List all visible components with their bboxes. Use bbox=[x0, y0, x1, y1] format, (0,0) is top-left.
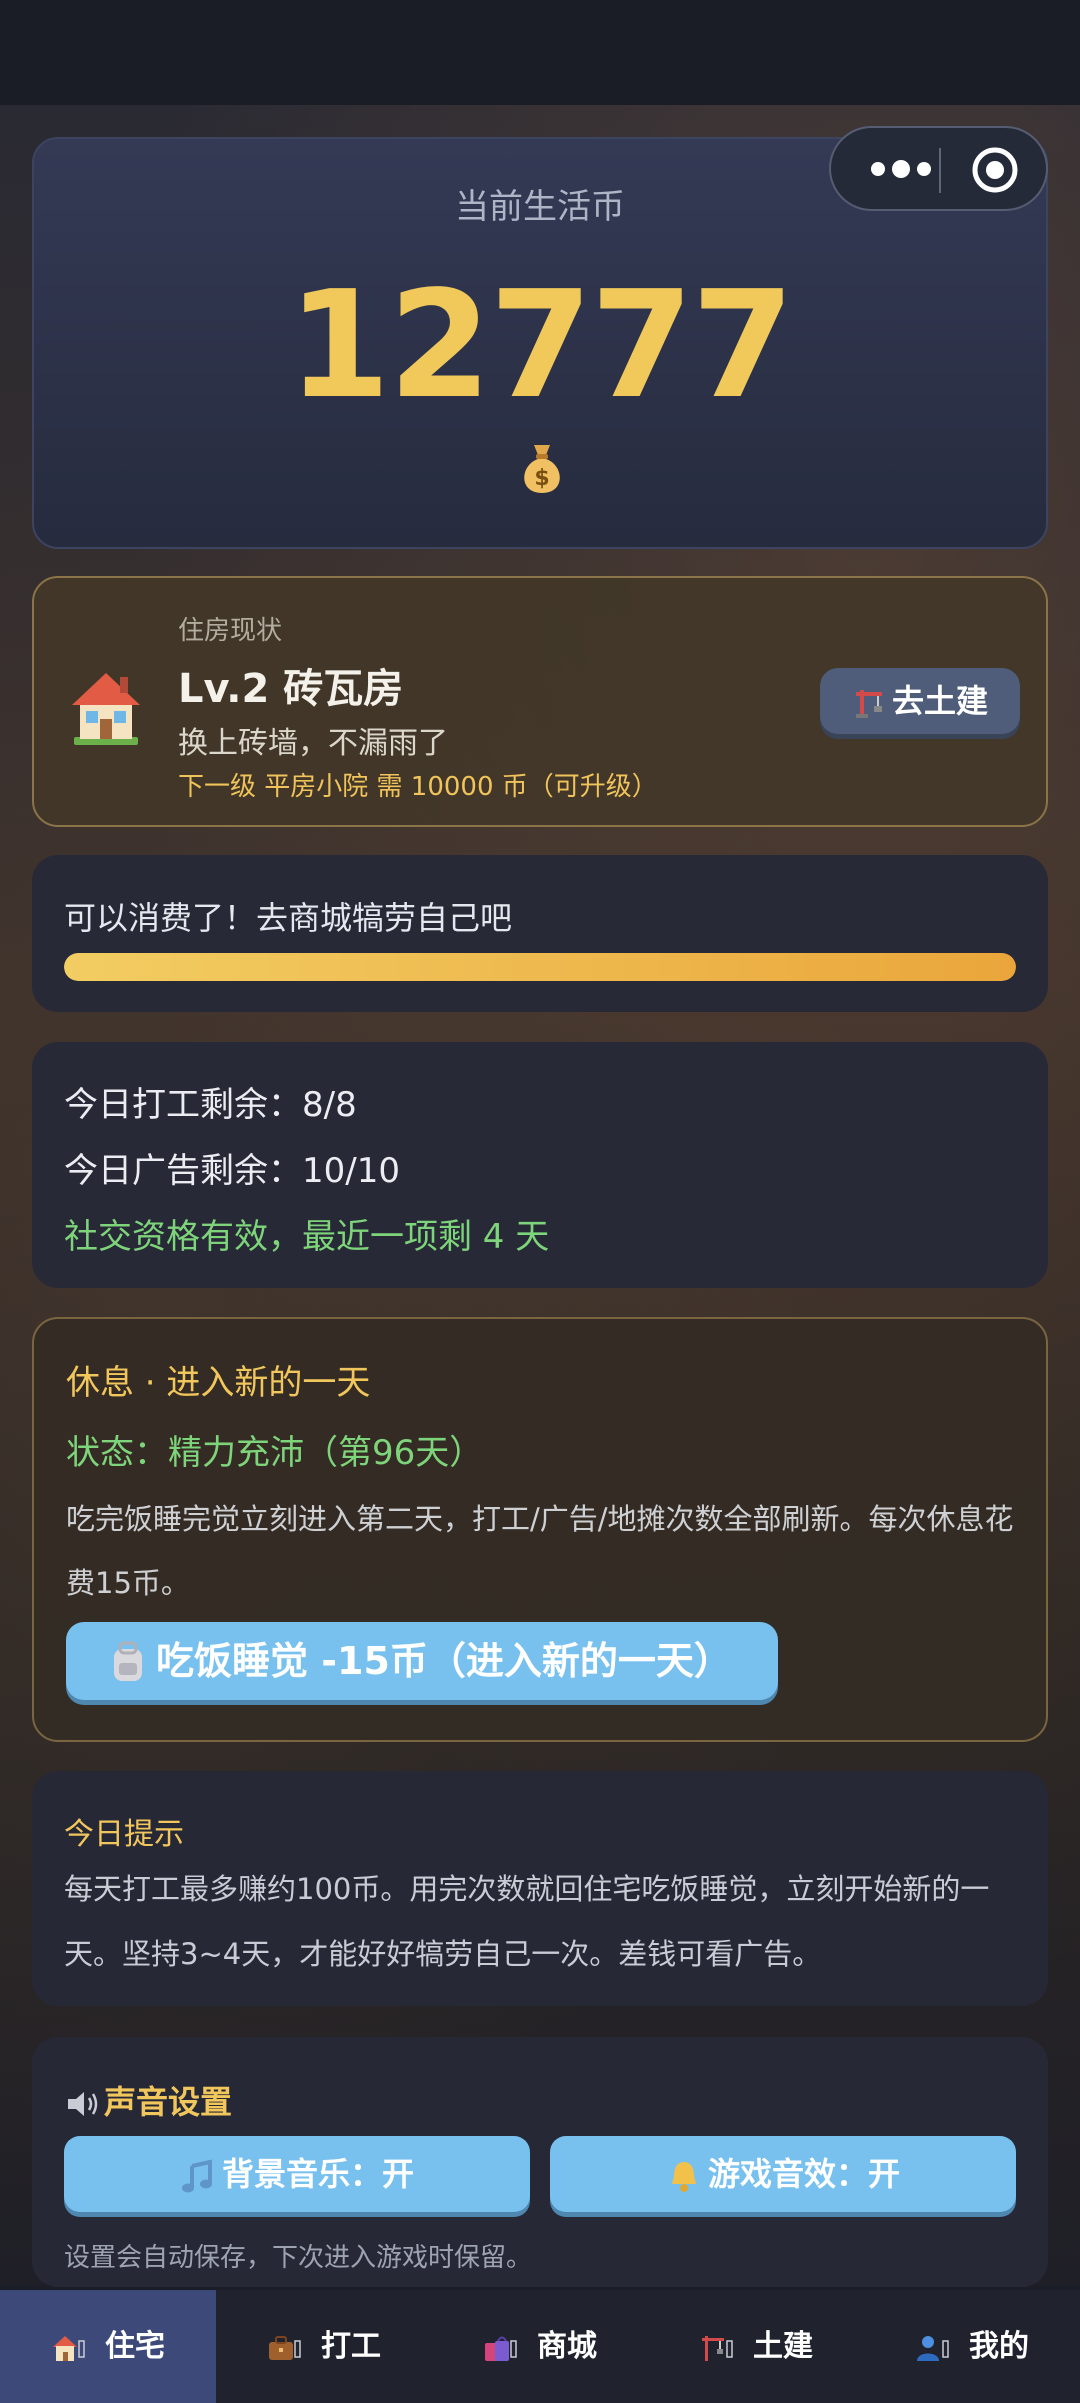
tab-build[interactable]: 土建 bbox=[648, 2290, 864, 2403]
go-build-button[interactable]: 去土建 bbox=[820, 668, 1020, 734]
tip-text: 每天打工最多赚约100币。用完次数就回住宅吃饭睡觉，立刻开始新的一天。坚持3~4… bbox=[64, 1872, 990, 1971]
sound-settings-note: 设置会自动保存，下次进入游戏时保留。 bbox=[64, 2243, 533, 2273]
ads-remaining: 今日广告剩余：10/10 bbox=[64, 1151, 400, 1191]
sfx-toggle-label: 游戏音效：开 bbox=[707, 2155, 900, 2193]
svg-text:$: $ bbox=[534, 466, 549, 491]
sound-settings-label: 声音设置 bbox=[104, 2083, 233, 2121]
daily-tip-card: 今日提示 每天打工最多赚约100币。用完次数就回住宅吃饭睡觉，立刻开始新的一天。… bbox=[32, 1771, 1048, 2006]
eat-sleep-label: 吃饭睡觉 -15币（进入新的一天） bbox=[156, 1639, 732, 1683]
housing-level-title: Lv.2 砖瓦房 bbox=[178, 666, 404, 712]
music-note-icon bbox=[181, 2159, 212, 2193]
backpack-icon bbox=[114, 1641, 142, 1681]
progress-fill bbox=[64, 953, 1016, 981]
housing-description: 换上砖墙，不漏雨了 bbox=[178, 726, 448, 761]
tab-shop-label: 商城 bbox=[537, 2329, 597, 2364]
construction-crane-icon bbox=[855, 690, 882, 718]
tab-profile-label: 我的 bbox=[969, 2329, 1029, 2364]
house-icon bbox=[72, 673, 140, 745]
housing-next-level: 下一级 平房小院 需 10000 币（可升级） bbox=[178, 772, 658, 802]
tab-shop[interactable]: 商城 bbox=[432, 2290, 648, 2403]
tab-profile[interactable]: 我的 bbox=[864, 2290, 1080, 2403]
capsule-divider bbox=[939, 148, 941, 193]
sound-settings-card: 声音设置 背景音乐：开 游戏音效：开 设置会自动保存，下次进入游戏时保留。 bbox=[32, 2037, 1048, 2287]
go-build-label: 去土建 bbox=[891, 682, 988, 720]
speaker-icon bbox=[68, 2092, 98, 2116]
bottom-tab-bar: 住宅 打工 商城 土建 我的 bbox=[0, 2290, 1080, 2403]
tab-home-label: 住宅 bbox=[105, 2329, 165, 2364]
spending-progress-card: 可以消费了！去商城犒劳自己吧 bbox=[32, 855, 1048, 1012]
eat-sleep-button[interactable]: 吃饭睡觉 -15币（进入新的一天） bbox=[66, 1622, 778, 1700]
tab-build-label: 土建 bbox=[753, 2329, 813, 2364]
work-remaining: 今日打工剩余：8/8 bbox=[64, 1085, 357, 1125]
briefcase-icon bbox=[269, 2335, 301, 2360]
bgm-toggle-button[interactable]: 背景音乐：开 bbox=[64, 2136, 530, 2212]
shopping-bags-icon bbox=[485, 2336, 517, 2361]
daily-stats-card: 今日打工剩余：8/8 今日广告剩余：10/10 社交资格有效，最近一项剩 4 天 bbox=[32, 1042, 1048, 1288]
tab-home[interactable]: 住宅 bbox=[0, 2290, 216, 2403]
progress-message: 可以消费了！去商城犒劳自己吧 bbox=[64, 899, 513, 937]
rest-status: 状态：精力充沛（第96天） bbox=[66, 1433, 484, 1473]
bgm-toggle-label: 背景音乐：开 bbox=[221, 2155, 414, 2193]
housing-card: 住房现状 Lv.2 砖瓦房 换上砖墙，不漏雨了 下一级 平房小院 需 10000… bbox=[32, 576, 1048, 827]
rest-card: 休息 · 进入新的一天 状态：精力充沛（第96天） 吃完饭睡完觉立刻进入第二天，… bbox=[32, 1317, 1048, 1742]
tip-title: 今日提示 bbox=[64, 1817, 184, 1852]
housing-section-label: 住房现状 bbox=[178, 616, 283, 646]
sound-settings-title: 声音设置 bbox=[64, 2077, 232, 2123]
miniprogram-capsule bbox=[829, 126, 1048, 211]
construction-crane-icon bbox=[702, 2335, 733, 2361]
money-bag-icon: $ bbox=[524, 445, 560, 493]
tab-work[interactable]: 打工 bbox=[216, 2290, 432, 2403]
rest-title: 休息 · 进入新的一天 bbox=[66, 1363, 371, 1403]
sfx-toggle-button[interactable]: 游戏音效：开 bbox=[550, 2136, 1016, 2212]
bell-icon bbox=[671, 2162, 696, 2192]
status-bar-area bbox=[0, 0, 1080, 105]
tab-work-label: 打工 bbox=[321, 2329, 381, 2364]
progress-bar bbox=[64, 953, 1016, 981]
house-icon bbox=[53, 2335, 85, 2361]
social-status: 社交资格有效，最近一项剩 4 天 bbox=[64, 1217, 550, 1257]
coin-value: 12777 bbox=[287, 259, 795, 431]
user-icon bbox=[917, 2335, 949, 2361]
rest-description: 吃完饭睡完觉立刻进入第二天，打工/广告/地摊次数全部刷新。每次休息花费15币。 bbox=[66, 1502, 1014, 1600]
more-menu-icon[interactable] bbox=[866, 154, 936, 184]
close-miniprogram-icon[interactable] bbox=[970, 145, 1020, 195]
